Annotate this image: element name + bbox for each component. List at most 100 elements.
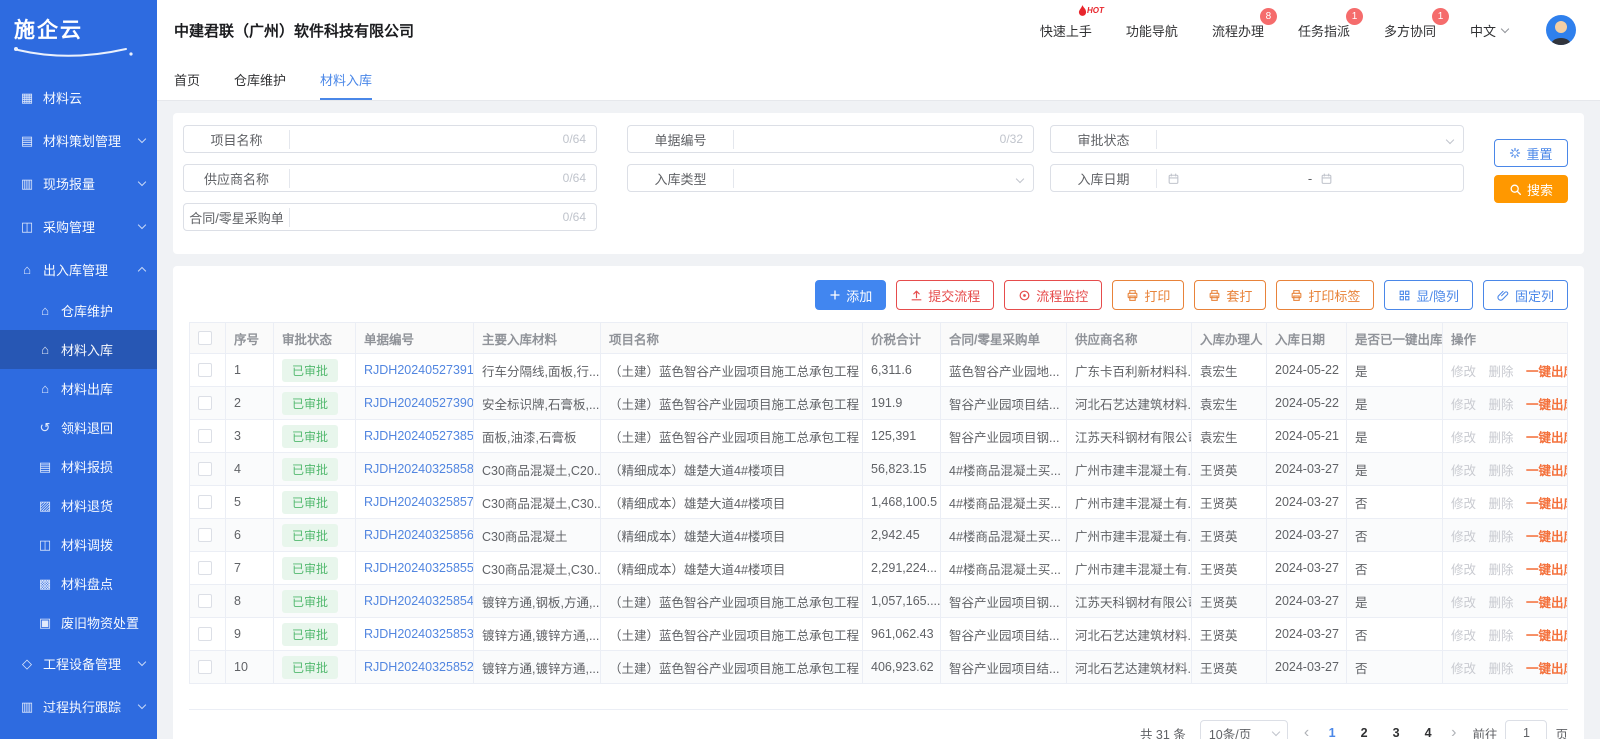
print-button[interactable]: 打印: [1112, 280, 1184, 310]
edit-link[interactable]: 修改: [1451, 398, 1476, 412]
delete-link[interactable]: 删除: [1489, 464, 1514, 478]
goto-page-input[interactable]: [1505, 720, 1547, 739]
sidebar-subitem[interactable]: ▤ 材料报损: [0, 447, 157, 486]
page-number-button[interactable]: 1: [1325, 726, 1339, 739]
one-click-out-link[interactable]: 一键出库: [1526, 530, 1568, 544]
select-all-checkbox[interactable]: [198, 331, 212, 345]
sidebar-item-inout-warehouse[interactable]: ⌂ 出入库管理: [0, 248, 157, 291]
delete-link[interactable]: 删除: [1489, 563, 1514, 577]
submit-flow-button[interactable]: 提交流程: [896, 280, 994, 310]
sidebar-subitem[interactable]: ▣ 废旧物资处置: [0, 603, 157, 642]
flow-monitor-button[interactable]: 流程监控: [1004, 280, 1102, 310]
row-checkbox[interactable]: [198, 495, 212, 509]
project-name-input[interactable]: [300, 132, 557, 147]
delete-link[interactable]: 删除: [1489, 431, 1514, 445]
edit-link[interactable]: 修改: [1451, 662, 1476, 676]
language-selector[interactable]: 中文: [1470, 21, 1508, 40]
next-page-button[interactable]: ›: [1449, 724, 1458, 739]
page-number-button[interactable]: 2: [1357, 726, 1371, 739]
row-checkbox[interactable]: [198, 561, 212, 575]
delete-link[interactable]: 删除: [1489, 662, 1514, 676]
fixed-columns-button[interactable]: 固定列: [1483, 280, 1568, 310]
edit-link[interactable]: 修改: [1451, 431, 1476, 445]
prev-page-button[interactable]: ‹: [1302, 724, 1311, 739]
doc-no-link[interactable]: RJDH20240325855: [364, 561, 474, 575]
edit-link[interactable]: 修改: [1451, 530, 1476, 544]
doc-no-link[interactable]: RJDH20240325858: [364, 462, 474, 476]
one-click-out-link[interactable]: 一键出库: [1526, 596, 1568, 610]
row-checkbox[interactable]: [198, 528, 212, 542]
batch-print-button[interactable]: 套打: [1194, 280, 1266, 310]
doc-no-link[interactable]: RJDH20240325857: [364, 495, 474, 509]
nav-feature-guide[interactable]: 功能导航: [1126, 21, 1178, 40]
edit-link[interactable]: 修改: [1451, 596, 1476, 610]
tab-warehouse-maintenance[interactable]: 仓库维护: [234, 60, 286, 100]
add-button[interactable]: 添加: [815, 280, 886, 310]
one-click-out-link[interactable]: 一键出库: [1526, 629, 1568, 643]
row-checkbox[interactable]: [198, 594, 212, 608]
doc-no-link[interactable]: RJDH20240325856: [364, 528, 474, 542]
delete-link[interactable]: 删除: [1489, 629, 1514, 643]
nav-task-assignment[interactable]: 1 任务指派: [1298, 21, 1350, 40]
nav-quick-start[interactable]: HOT 快速上手: [1040, 21, 1092, 40]
contract-input[interactable]: [300, 210, 557, 225]
sidebar-subitem[interactable]: ▩ 材料盘点: [0, 564, 157, 603]
sidebar-item-site-reporting[interactable]: ▥ 现场报量: [0, 162, 157, 205]
date-start-input[interactable]: [1167, 172, 1300, 185]
supplier-input[interactable]: [300, 171, 557, 186]
sidebar-subitem[interactable]: ⌂ 仓库维护: [0, 291, 157, 330]
nav-multi-collab[interactable]: 1 多方协同: [1384, 21, 1436, 40]
sidebar-subitem[interactable]: ▨ 材料退货: [0, 486, 157, 525]
doc-no-link[interactable]: RJDH20240325852: [364, 660, 474, 674]
sidebar-item-material-cloud[interactable]: ▦ 材料云: [0, 76, 157, 119]
one-click-out-link[interactable]: 一键出库: [1526, 464, 1568, 478]
reset-button[interactable]: 重置: [1494, 139, 1568, 167]
delete-link[interactable]: 删除: [1489, 398, 1514, 412]
tab-home[interactable]: 首页: [174, 60, 200, 100]
delete-link[interactable]: 删除: [1489, 497, 1514, 511]
one-click-out-link[interactable]: 一键出库: [1526, 365, 1568, 379]
sidebar-item-process-tracking[interactable]: ▥ 过程执行跟踪: [0, 685, 157, 728]
page-number-button[interactable]: 3: [1389, 726, 1403, 739]
row-checkbox[interactable]: [198, 627, 212, 641]
doc-no-link[interactable]: RJDH20240527385: [364, 429, 474, 443]
date-end-input[interactable]: [1320, 172, 1453, 185]
doc-no-input[interactable]: [744, 132, 994, 147]
delete-link[interactable]: 删除: [1489, 596, 1514, 610]
edit-link[interactable]: 修改: [1451, 629, 1476, 643]
one-click-out-link[interactable]: 一键出库: [1526, 398, 1568, 412]
page-number-button[interactable]: 4: [1421, 726, 1435, 739]
print-label-button[interactable]: 打印标签: [1276, 280, 1374, 310]
one-click-out-link[interactable]: 一键出库: [1526, 662, 1568, 676]
sidebar-item-material-planning[interactable]: ▤ 材料策划管理: [0, 119, 157, 162]
edit-link[interactable]: 修改: [1451, 365, 1476, 379]
delete-link[interactable]: 删除: [1489, 530, 1514, 544]
approval-status-field[interactable]: 审批状态: [1050, 125, 1464, 153]
sidebar-subitem[interactable]: ↺ 领料退回: [0, 408, 157, 447]
inbound-type-field[interactable]: 入库类型: [627, 164, 1034, 192]
edit-link[interactable]: 修改: [1451, 497, 1476, 511]
delete-link[interactable]: 删除: [1489, 365, 1514, 379]
row-checkbox[interactable]: [198, 660, 212, 674]
nav-process-handling[interactable]: 8 流程办理: [1212, 21, 1264, 40]
sidebar-subitem[interactable]: ⌂ 材料入库: [0, 330, 157, 369]
one-click-out-link[interactable]: 一键出库: [1526, 497, 1568, 511]
sidebar-item-equipment-mgmt[interactable]: ◇ 工程设备管理: [0, 642, 157, 685]
row-checkbox[interactable]: [198, 363, 212, 377]
doc-no-link[interactable]: RJDH20240527391: [364, 363, 474, 377]
row-checkbox[interactable]: [198, 462, 212, 476]
one-click-out-link[interactable]: 一键出库: [1526, 563, 1568, 577]
tab-material-inbound[interactable]: 材料入库: [320, 60, 372, 100]
user-avatar[interactable]: [1546, 15, 1576, 45]
edit-link[interactable]: 修改: [1451, 464, 1476, 478]
row-checkbox[interactable]: [198, 429, 212, 443]
page-size-select[interactable]: 10条/页: [1200, 720, 1288, 739]
row-checkbox[interactable]: [198, 396, 212, 410]
show-hide-columns-button[interactable]: 显/隐列: [1384, 280, 1473, 310]
sidebar-subitem[interactable]: ⌂ 材料出库: [0, 369, 157, 408]
doc-no-link[interactable]: RJDH20240325853: [364, 627, 474, 641]
doc-no-link[interactable]: RJDH20240325854: [364, 594, 474, 608]
one-click-out-link[interactable]: 一键出库: [1526, 431, 1568, 445]
search-button[interactable]: 搜索: [1494, 175, 1568, 203]
sidebar-item-procurement[interactable]: ◫ 采购管理: [0, 205, 157, 248]
